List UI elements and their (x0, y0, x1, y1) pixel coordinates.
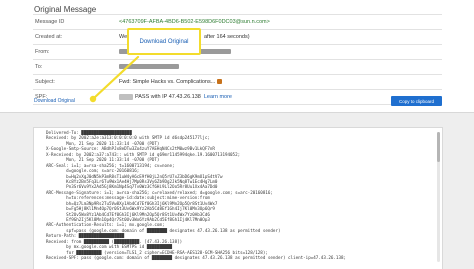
subject-text: Fwd: Simple Hacks vs. Complications... (119, 79, 216, 85)
header-row-from: From: (33, 45, 442, 60)
created-at-value: We (119, 34, 128, 40)
copy-to-clipboard-button[interactable]: Copy to clipboard (391, 96, 442, 106)
subject-value: Fwd: Simple Hacks vs. Complications... (119, 75, 223, 89)
scrollbar-thumb[interactable] (437, 132, 440, 162)
raw-message-source[interactable]: Delivered-To: ████████████████████ Receiv… (33, 127, 443, 269)
spf-value: PASS with IP 47.43.26.138 Learn more (119, 90, 232, 104)
created-at-delay: after 164 seconds) (204, 34, 250, 40)
download-original-callout: Download Original (127, 28, 201, 55)
learn-more-link[interactable]: Learn more (204, 94, 232, 100)
source-line: Received-SPF: pass (google.com: domain o… (46, 255, 347, 261)
header-row-spf: SPF: PASS with IP 47.43.26.138 Learn more (33, 90, 442, 105)
from-label: From: (35, 49, 50, 55)
header-row-subject: Subject: Fwd: Simple Hacks vs. Complicat… (33, 75, 442, 90)
spf-status-icon (119, 93, 133, 100)
to-value-redacted (119, 60, 179, 74)
message-header-panel: Original Message Message ID <4763709F-AF… (0, 0, 474, 113)
created-at-label: Created at: (35, 34, 63, 40)
message-id-value[interactable]: <4763709F-AFBA-4BD6-B502-E598D6F0DC03@su… (119, 15, 270, 29)
header-table: Message ID <4763709F-AFBA-4BD6-B502-E598… (33, 14, 442, 105)
spf-text: PASS with IP 47.43.26.138 (135, 94, 201, 100)
message-id-label: Message ID (35, 19, 65, 25)
callout-label: Download Original (139, 38, 189, 45)
download-original-link[interactable]: Download Original (34, 98, 75, 104)
header-row-created-at: Created at: We after 164 seconds) (33, 30, 442, 45)
header-row-message-id: Message ID <4763709F-AFBA-4BD6-B502-E598… (33, 15, 442, 30)
header-row-to: To: (33, 60, 442, 75)
source-text: Delivered-To: ████████████████████ Receiv… (46, 130, 346, 261)
subject-label: Subject: (35, 79, 55, 85)
emoji-icon (217, 79, 223, 85)
source-scrollbar[interactable] (437, 132, 440, 262)
page-title: Original Message (34, 5, 97, 14)
to-label: To: (35, 64, 43, 70)
